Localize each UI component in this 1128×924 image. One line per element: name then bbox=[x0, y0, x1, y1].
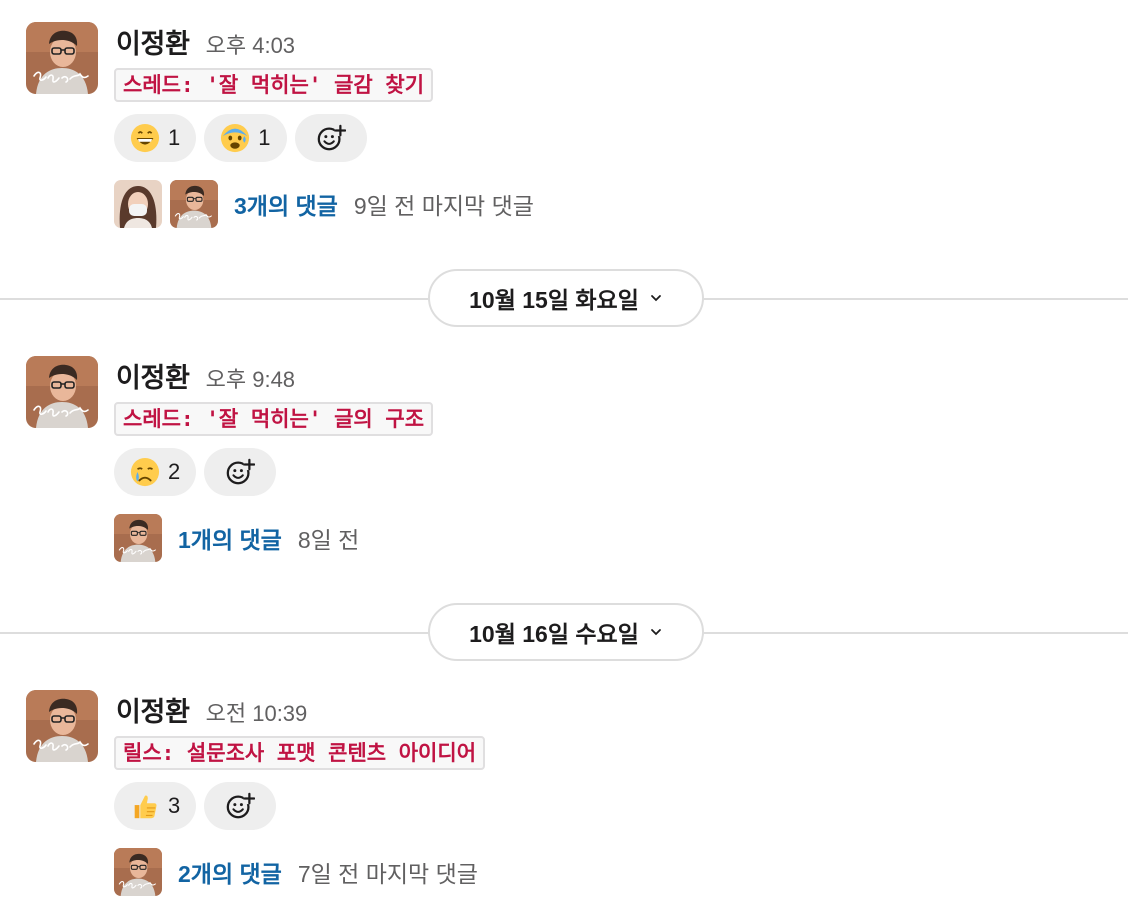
reaction-pill[interactable]: 2 bbox=[114, 448, 197, 496]
crying-face-emoji bbox=[130, 457, 160, 487]
avatar bbox=[170, 180, 218, 228]
add-reaction-icon bbox=[226, 792, 256, 819]
message-header: 이정환 오후 4:03 bbox=[116, 22, 295, 61]
chevron-down-icon bbox=[650, 629, 661, 636]
date-label: 10월 16일 수요일 bbox=[469, 621, 639, 647]
chevron-down-icon bbox=[650, 295, 661, 302]
message-header: 이정환 오전 10:39 bbox=[116, 690, 308, 729]
thread-last-reply: 7일 전 마지막 댓글 bbox=[297, 861, 478, 887]
inline-code: 스레드: '잘 먹히는' 글의 구조 bbox=[114, 402, 434, 436]
message-header: 이정환 오후 9:48 bbox=[116, 356, 295, 395]
reaction-count: 3 bbox=[168, 793, 181, 818]
reaction-count: 2 bbox=[168, 459, 181, 484]
thread-summary[interactable]: 3개의 댓글 9일 전 마지막 댓글 bbox=[114, 180, 534, 228]
thread-reply-count-link[interactable]: 1개의 댓글 bbox=[178, 521, 282, 555]
avatar[interactable] bbox=[26, 22, 98, 94]
add-reaction-button[interactable] bbox=[204, 448, 277, 496]
reactions-bar: 2 bbox=[114, 448, 277, 496]
author-name[interactable]: 이정환 bbox=[116, 690, 190, 729]
author-name[interactable]: 이정환 bbox=[116, 356, 190, 395]
avatar bbox=[114, 514, 162, 562]
date-divider: 10월 16일 수요일 bbox=[0, 603, 1128, 663]
thread-reply-count-link[interactable]: 2개의 댓글 bbox=[178, 855, 282, 889]
thread-summary[interactable]: 2개의 댓글 7일 전 마지막 댓글 bbox=[114, 848, 478, 896]
date-divider: 10월 15일 화요일 bbox=[0, 269, 1128, 329]
thread-last-reply: 9일 전 마지막 댓글 bbox=[353, 193, 534, 219]
avatar[interactable] bbox=[26, 356, 98, 428]
add-reaction-icon bbox=[317, 124, 346, 151]
avatar[interactable] bbox=[26, 690, 98, 762]
reaction-pill[interactable]: 1 bbox=[114, 114, 197, 162]
avatar bbox=[114, 180, 162, 228]
reactions-bar: 3 bbox=[114, 782, 277, 830]
add-reaction-button[interactable] bbox=[294, 114, 367, 162]
message: 이정환 오후 9:48 스레드: '잘 먹히는' 글의 구조 2 1개의 댓글 … bbox=[0, 356, 1128, 566]
reaction-pill[interactable]: 1 bbox=[204, 114, 287, 162]
date-jump-button[interactable]: 10월 16일 수요일 bbox=[428, 603, 704, 661]
thread-last-reply: 8일 전 bbox=[297, 527, 360, 553]
grinning-face-emoji bbox=[130, 123, 160, 153]
thread-reply-count-link[interactable]: 3개의 댓글 bbox=[234, 187, 338, 221]
thread-avatars bbox=[114, 180, 218, 228]
date-jump-button[interactable]: 10월 15일 화요일 bbox=[428, 269, 704, 327]
timestamp[interactable]: 오전 10:39 bbox=[206, 696, 308, 728]
thread-avatars bbox=[114, 514, 162, 562]
author-name[interactable]: 이정환 bbox=[116, 22, 190, 61]
inline-code: 스레드: '잘 먹히는' 글감 찾기 bbox=[114, 68, 434, 102]
thumbs-up-emoji bbox=[134, 795, 157, 819]
message: 이정환 오후 4:03 스레드: '잘 먹히는' 글감 찾기 1 1 3개의 댓… bbox=[0, 22, 1128, 232]
message: 이정환 오전 10:39 릴스: 설문조사 포맷 콘텐츠 아이디어 3 2개의 … bbox=[0, 690, 1128, 900]
reaction-count: 1 bbox=[258, 125, 271, 150]
thread-avatars bbox=[114, 848, 162, 896]
avatar bbox=[114, 848, 162, 896]
reactions-bar: 1 1 bbox=[114, 114, 367, 162]
add-reaction-icon bbox=[226, 458, 256, 485]
reaction-count: 1 bbox=[168, 125, 181, 150]
inline-code: 릴스: 설문조사 포맷 콘텐츠 아이디어 bbox=[114, 736, 486, 770]
add-reaction-button[interactable] bbox=[204, 782, 277, 830]
date-label: 10월 15일 화요일 bbox=[469, 287, 639, 313]
anxious-face-emoji bbox=[221, 123, 250, 153]
timestamp[interactable]: 오후 9:48 bbox=[206, 362, 295, 394]
thread-summary[interactable]: 1개의 댓글 8일 전 bbox=[114, 514, 359, 562]
reaction-pill[interactable]: 3 bbox=[114, 782, 197, 830]
timestamp[interactable]: 오후 4:03 bbox=[206, 28, 295, 60]
